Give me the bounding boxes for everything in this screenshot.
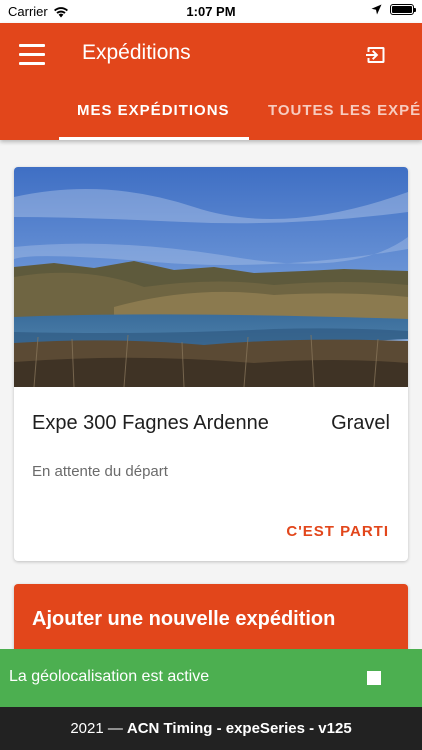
status-right: [371, 4, 416, 15]
geolocation-text: La géolocalisation est active: [9, 668, 210, 685]
status-bar: Carrier 1:07 PM: [0, 0, 422, 23]
expedition-photo: [14, 167, 408, 387]
expedition-card[interactable]: Expe 300 Fagnes Ardenne Gravel En attent…: [14, 167, 408, 561]
status-time: 1:07 PM: [186, 4, 236, 19]
hamburger-icon: [19, 44, 45, 47]
menu-button[interactable]: [19, 44, 45, 66]
expedition-status: En attente du départ: [32, 463, 168, 480]
stop-icon[interactable]: [367, 671, 381, 685]
start-button[interactable]: C'EST PARTI: [286, 523, 389, 540]
geolocation-bar: La géolocalisation est active: [0, 649, 422, 707]
tab-mes-expeditions[interactable]: MES EXPÉDITIONS: [77, 102, 230, 119]
location-arrow-icon: [371, 4, 382, 15]
tab-bar: MES EXPÉDITIONS TOUTES LES EXPÉDITIONS: [0, 90, 422, 140]
tab-toutes-les-expeditions[interactable]: TOUTES LES EXPÉDITIONS: [268, 102, 422, 119]
page-title: Expéditions: [82, 41, 191, 64]
logout-button[interactable]: [363, 42, 389, 68]
footer-year: 2021 —: [70, 720, 123, 737]
logout-icon: [366, 47, 385, 63]
expedition-title: Expe 300 Fagnes Ardenne: [32, 412, 269, 434]
app-bar: Expéditions MES EXPÉDITIONS TOUTES LES E…: [0, 23, 422, 140]
tab-indicator: [59, 137, 249, 140]
expedition-category: Gravel: [331, 412, 390, 434]
footer: 2021 — ACN Timing - expeSeries - v125: [0, 707, 422, 750]
footer-app: ACN Timing - expeSeries - v125: [126, 720, 352, 737]
add-expedition-label: Ajouter une nouvelle expédition: [32, 608, 336, 630]
battery-icon: [390, 4, 416, 15]
